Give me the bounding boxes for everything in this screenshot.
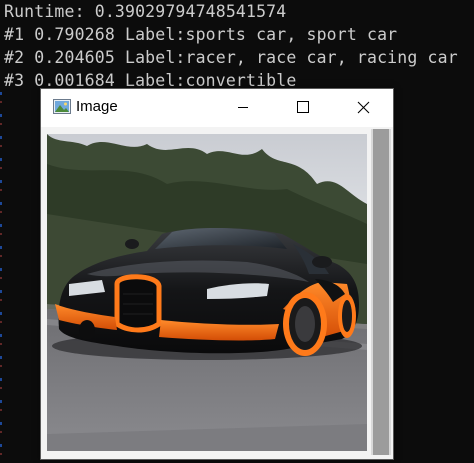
scrollbar-thumb[interactable] [373, 129, 389, 455]
car-photo [47, 134, 367, 451]
vertical-scrollbar[interactable] [371, 129, 391, 455]
console-line-result-1: #1 0.790268 Label:sports car, sport car [4, 25, 398, 44]
image-app-icon [53, 99, 71, 114]
image-window[interactable]: Image [40, 88, 394, 460]
maximize-icon [297, 101, 309, 113]
window-titlebar[interactable]: Image [41, 89, 393, 127]
console-edge-decoration [0, 92, 2, 463]
window-client-area [41, 127, 393, 459]
close-icon [357, 101, 369, 113]
maximize-button[interactable] [273, 89, 333, 125]
console-line-result-2: #2 0.204605 Label:racer, race car, racin… [4, 48, 458, 67]
close-button[interactable] [333, 89, 393, 125]
window-title: Image [76, 98, 118, 115]
car-illustration [47, 134, 367, 451]
minimize-icon [238, 107, 248, 108]
console-line-runtime: Runtime: 0.39029794748541574 [4, 2, 287, 21]
minimize-button[interactable] [213, 89, 273, 125]
